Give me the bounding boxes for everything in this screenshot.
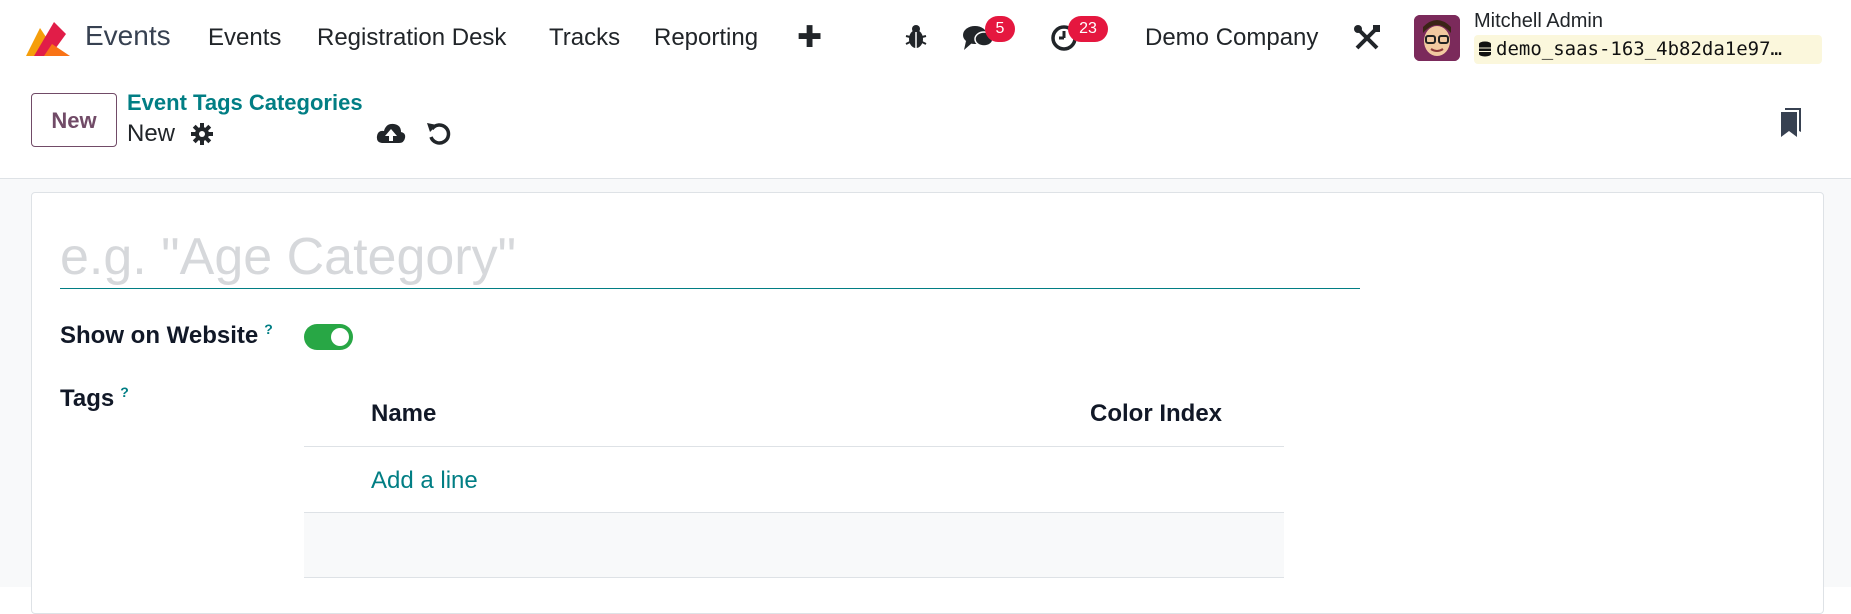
main-navbar: Events Events Registration Desk Tracks R… — [0, 0, 1851, 78]
record-name: New — [127, 120, 176, 147]
company-switcher[interactable]: Demo Company — [1145, 24, 1318, 52]
cloud-upload-icon[interactable] — [376, 121, 406, 150]
help-tooltip-icon[interactable]: ? — [120, 384, 129, 400]
plus-icon[interactable]: ✚ — [797, 20, 822, 55]
tools-icon[interactable] — [1353, 24, 1381, 57]
menu-events[interactable]: Events — [208, 24, 281, 52]
new-button[interactable]: New — [31, 93, 117, 147]
help-tooltip-icon[interactable]: ? — [264, 321, 273, 337]
database-icon — [1478, 37, 1492, 57]
toggle-knob — [331, 328, 349, 346]
tags-label-text: Tags — [60, 385, 115, 412]
table-header: Name Color Index — [304, 382, 1284, 447]
app-name[interactable]: Events — [85, 20, 171, 52]
add-line-link[interactable]: Add a line — [371, 467, 478, 495]
add-line-row: Add a line — [304, 447, 1284, 513]
database-chip: demo_saas-163_4b82da1e97… — [1474, 35, 1822, 64]
bookmark-icon[interactable] — [1777, 106, 1803, 143]
bug-icon[interactable] — [904, 24, 928, 55]
database-name: demo_saas-163_4b82da1e97… — [1496, 38, 1782, 60]
menu-tracks[interactable]: Tracks — [549, 24, 620, 52]
show-on-website-label: Show on Website? — [60, 321, 273, 350]
gear-icon[interactable] — [190, 122, 214, 151]
show-on-website-toggle[interactable] — [304, 324, 353, 350]
column-header-name[interactable]: Name — [371, 400, 436, 428]
app-logo-icon[interactable] — [24, 20, 72, 58]
messages-badge: 5 — [985, 16, 1015, 42]
menu-reporting[interactable]: Reporting — [654, 24, 758, 52]
activities-badge: 23 — [1068, 16, 1108, 42]
user-avatar[interactable] — [1414, 15, 1460, 61]
user-name[interactable]: Mitchell Admin — [1474, 10, 1603, 33]
column-header-color-index[interactable]: Color Index — [1090, 400, 1222, 428]
show-on-website-text: Show on Website — [60, 322, 259, 349]
tags-label: Tags? — [60, 384, 129, 413]
control-panel: New Event Tags Categories New — [0, 78, 1851, 179]
tags-table: Name Color Index Add a line — [304, 382, 1284, 578]
name-input[interactable] — [60, 226, 1360, 289]
undo-icon[interactable] — [426, 120, 452, 151]
menu-registration-desk[interactable]: Registration Desk — [317, 24, 506, 52]
breadcrumb[interactable]: Event Tags Categories — [127, 90, 363, 116]
table-row — [304, 513, 1284, 578]
